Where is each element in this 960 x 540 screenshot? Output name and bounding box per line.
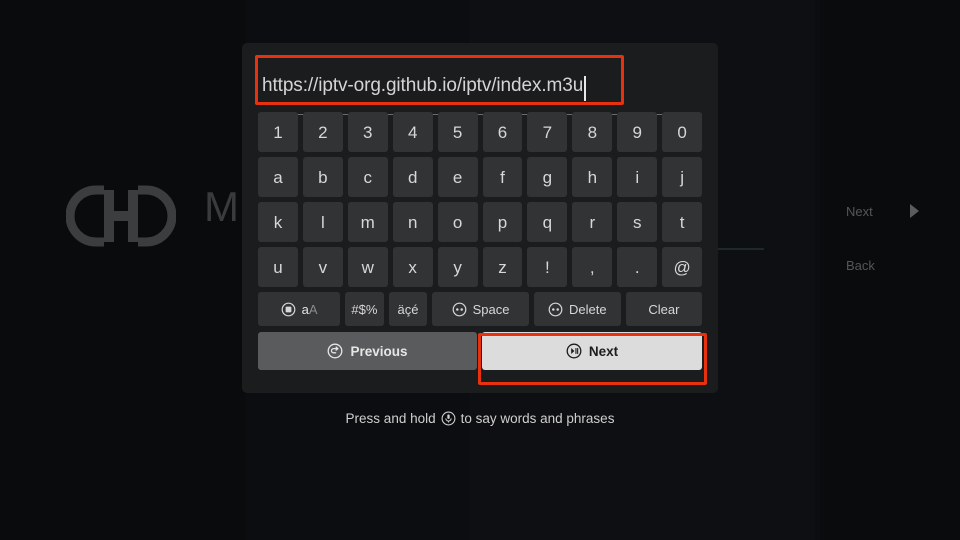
voice-hint: Press and hold to say words and phrases (0, 411, 960, 426)
previous-button-label: Previous (350, 343, 408, 359)
key-5[interactable]: 5 (437, 112, 478, 152)
keyboard-row-k-t: k l m n o p q r s t (258, 202, 703, 242)
url-text-value: https://iptv-org.github.io/iptv/index.m3… (262, 75, 584, 96)
background-back-label[interactable]: Back (846, 258, 875, 273)
key-k[interactable]: k (258, 202, 298, 242)
next-button-label: Next (588, 343, 619, 359)
key-e[interactable]: e (437, 157, 478, 197)
key-2[interactable]: 2 (302, 112, 343, 152)
key-v[interactable]: v (302, 247, 343, 287)
keyboard-row-u-at: u v w x y z ! , . @ (258, 247, 703, 287)
background-divider-line (718, 248, 764, 250)
background-band-right (820, 0, 960, 540)
key-c[interactable]: c (347, 157, 388, 197)
keyboard-row-numbers: 1 2 3 4 5 6 7 8 9 0 (258, 112, 703, 152)
background-next-label[interactable]: Next (846, 204, 873, 219)
previous-button[interactable]: Previous (258, 332, 477, 370)
tv-keyboard-screen: M Next Back https://iptv-org.github.io/i… (0, 0, 960, 540)
text-caret (584, 76, 586, 101)
key-f[interactable]: f (482, 157, 523, 197)
keyboard-row-a-j: a b c d e f g h i j (258, 157, 703, 197)
key-j[interactable]: j (662, 157, 703, 197)
key-p[interactable]: p (482, 202, 523, 242)
key-b[interactable]: b (302, 157, 343, 197)
key-x[interactable]: x (392, 247, 433, 287)
key-i[interactable]: i (617, 157, 658, 197)
key-o[interactable]: o (437, 202, 478, 242)
next-button[interactable]: Next (482, 332, 702, 370)
play-arrow-icon (910, 204, 919, 218)
remote-square-button-icon (281, 302, 296, 317)
key-a[interactable]: a (258, 157, 298, 197)
on-screen-keyboard: 1 2 3 4 5 6 7 8 9 0 a b c d e f g h i j … (258, 112, 703, 370)
key-l[interactable]: l (302, 202, 343, 242)
key-3[interactable]: 3 (347, 112, 388, 152)
key-y[interactable]: y (437, 247, 478, 287)
key-1[interactable]: 1 (258, 112, 298, 152)
keyboard-function-row: aA #$% äçé Space Delete Clear (258, 292, 703, 326)
delete-key-label: Delete (569, 301, 607, 317)
background-app-title: M (204, 183, 240, 230)
key-t[interactable]: t (662, 202, 703, 242)
key-s[interactable]: s (617, 202, 658, 242)
key-4[interactable]: 4 (392, 112, 433, 152)
accents-key[interactable]: äçé (388, 292, 428, 326)
key-exclamation[interactable]: ! (527, 247, 568, 287)
key-comma[interactable]: , (572, 247, 613, 287)
key-z[interactable]: z (482, 247, 523, 287)
delete-key[interactable]: Delete (533, 292, 621, 326)
key-r[interactable]: r (572, 202, 613, 242)
remote-dpad-button-icon (452, 302, 467, 317)
keyboard-action-row: Previous Next (258, 332, 702, 370)
url-text-field[interactable]: https://iptv-org.github.io/iptv/index.m3… (258, 59, 702, 115)
key-q[interactable]: q (527, 202, 568, 242)
key-u[interactable]: u (258, 247, 298, 287)
key-7[interactable]: 7 (527, 112, 568, 152)
key-w[interactable]: w (347, 247, 388, 287)
key-8[interactable]: 8 (572, 112, 613, 152)
space-key[interactable]: Space (432, 292, 529, 326)
background-band-left (0, 0, 246, 540)
voice-hint-suffix: to say words and phrases (460, 411, 615, 426)
key-g[interactable]: g (527, 157, 568, 197)
shift-upper-label: A (308, 301, 318, 317)
key-0[interactable]: 0 (662, 112, 703, 152)
remote-dpad-button-icon (548, 302, 563, 317)
voice-hint-prefix: Press and hold (345, 411, 436, 426)
key-9[interactable]: 9 (617, 112, 658, 152)
remote-back-button-icon (327, 343, 343, 359)
link-icon (65, 184, 177, 248)
shift-lower-label: a (301, 301, 309, 317)
key-n[interactable]: n (392, 202, 433, 242)
clear-key[interactable]: Clear (625, 292, 703, 326)
keyboard-dialog: https://iptv-org.github.io/iptv/index.m3… (242, 43, 718, 393)
shift-case-key[interactable]: aA (258, 292, 341, 326)
key-period[interactable]: . (617, 247, 658, 287)
symbols-key[interactable]: #$% (345, 292, 384, 326)
key-at[interactable]: @ (662, 247, 703, 287)
remote-playpause-button-icon (566, 343, 582, 359)
microphone-button-icon (441, 411, 456, 426)
key-d[interactable]: d (392, 157, 433, 197)
space-key-label: Space (472, 301, 510, 317)
key-h[interactable]: h (572, 157, 613, 197)
key-m[interactable]: m (347, 202, 388, 242)
key-6[interactable]: 6 (482, 112, 523, 152)
